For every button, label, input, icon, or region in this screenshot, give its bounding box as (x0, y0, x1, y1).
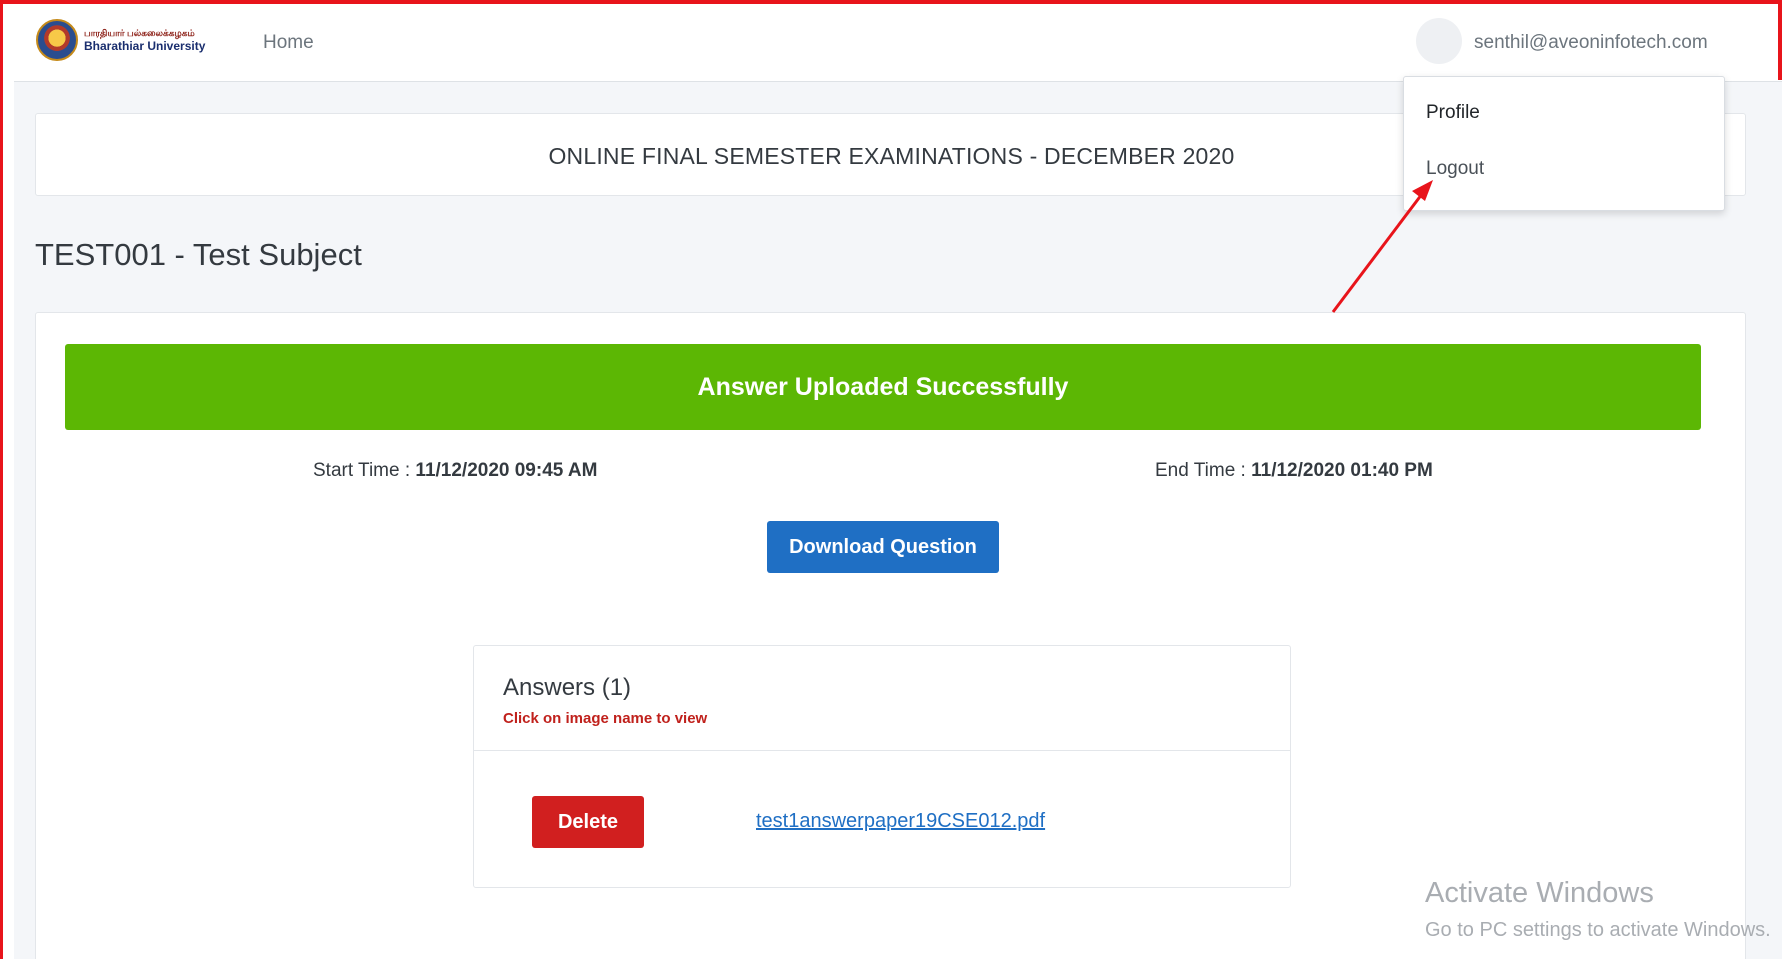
activate-windows-title: Activate Windows (1425, 877, 1654, 909)
logo-tamil-text: பாரதியார் பல்கலைக்கழகம் (84, 27, 195, 38)
upload-success-alert: Answer Uploaded Successfully (65, 344, 1701, 430)
activate-windows-subtitle: Go to PC settings to activate Windows. (1425, 919, 1771, 941)
download-question-button[interactable]: Download Question (767, 521, 999, 573)
end-time: End Time : 11/12/2020 01:40 PM (1155, 460, 1433, 482)
answers-hint: Click on image name to view (503, 710, 708, 727)
answer-file-link[interactable]: test1answerpaper19CSE012.pdf (756, 810, 1045, 833)
start-time-value: 11/12/2020 09:45 AM (415, 460, 598, 481)
annotation-frame-right (1778, 0, 1782, 80)
menu-item-logout[interactable]: Logout (1426, 158, 1484, 180)
top-navbar: பாரதியார் பல்கலைக்கழகம் Bharathiar Unive… (14, 6, 1782, 82)
logo-text: பாரதியார் பல்கலைக்கழகம் Bharathiar Unive… (84, 27, 206, 53)
university-logo[interactable]: பாரதியார் பல்கலைக்கழகம் Bharathiar Unive… (36, 15, 218, 65)
answers-card-header: Answers (1) Click on image name to view (474, 646, 1290, 751)
end-time-value: 11/12/2020 01:40 PM (1251, 460, 1433, 481)
answers-title: Answers (1) (503, 674, 632, 701)
start-time-label: Start Time : (313, 460, 416, 481)
university-seal-icon (36, 19, 78, 61)
nav-home-link[interactable]: Home (263, 32, 314, 54)
delete-answer-button[interactable]: Delete (532, 796, 644, 848)
user-dropdown-menu: Profile Logout (1403, 76, 1725, 211)
subject-title: TEST001 - Test Subject (35, 237, 362, 272)
page: பாரதியார் பல்கலைக்கழகம் Bharathiar Unive… (14, 6, 1782, 959)
menu-item-profile[interactable]: Profile (1426, 102, 1480, 124)
logo-university-name: Bharathiar University (84, 38, 206, 53)
end-time-label: End Time : (1155, 460, 1252, 481)
start-time: Start Time : 11/12/2020 09:45 AM (313, 460, 597, 482)
answers-card: Answers (1) Click on image name to view … (473, 645, 1291, 888)
user-avatar[interactable] (1416, 18, 1462, 64)
exam-main-card: Answer Uploaded Successfully Start Time … (35, 312, 1746, 959)
user-email[interactable]: senthil@aveoninfotech.com (1474, 32, 1708, 54)
